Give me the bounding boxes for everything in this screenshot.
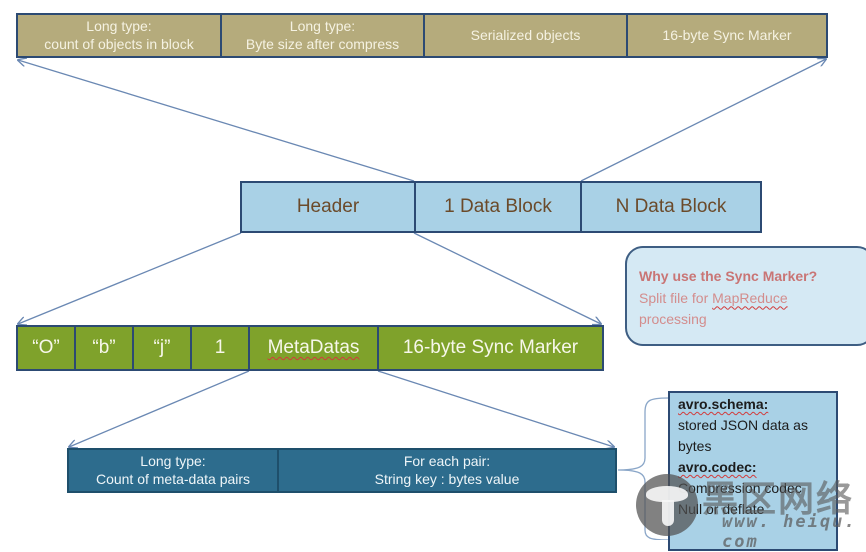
block-cell-object-count-line1: Long type: [86,18,152,34]
meta-cell-pair-count: Long type: Count of meta-data pairs [69,450,279,491]
meta-key-codec: avro.codec: [678,459,757,475]
file-cell-1-data-block: 1 Data Block [416,183,582,231]
header-structure-row: “O” “b” “j” 1 MetaDatas 16-byte Sync Mar… [16,325,604,371]
data-block-structure-row: Long type: count of objects in block Lon… [16,13,828,58]
arrow-metadatas-to-metarow-left [69,370,250,447]
file-cell-n-data-block: N Data Block [615,196,727,218]
arrow-datablock-to-block-right [580,59,826,182]
meta-cell-pairs-line2: String key : bytes value [374,470,520,487]
file-cell-header: Header [242,183,416,231]
block-cell-object-count-line2: count of objects in block [44,35,194,52]
meta-cell-pairs: For each pair: String key : bytes value [279,450,615,491]
arrow-header-to-headerrow-right [413,232,601,324]
arrow-metadatas-to-metarow-right [377,370,614,447]
block-cell-serialized-objects: Serialized objects [425,15,628,56]
meta-desc-codec-2: Null or deflate [678,501,765,517]
meta-desc-codec-1: Compression codec [678,480,802,496]
header-cell-version: 1 [192,327,250,369]
block-cell-byte-size-line1: Long type: [289,18,356,34]
callout-answer-prefix: Split file for [639,289,713,306]
callout-question: Why use the Sync Marker? [639,268,818,284]
callout-answer-suffix: processing [639,311,707,328]
callout-answer-keyword: MapReduce [712,289,788,306]
meta-cell-pairs-line1: For each pair: [403,453,491,469]
header-cell-magic-j: “j” [134,327,192,369]
block-cell-serialized-objects-label: Serialized objects [470,26,581,43]
block-cell-object-count: Long type: count of objects in block [18,15,222,56]
brace-connector [617,397,669,540]
block-cell-sync-marker: 16-byte Sync Marker [628,15,826,56]
header-cell-magic-b: “b” [76,327,134,369]
meta-cell-pair-count-line2: Count of meta-data pairs [95,470,251,487]
sync-marker-callout: Why use the Sync Marker? Split file for … [625,246,866,346]
arrow-datablock-to-block-left [18,60,415,182]
header-cell-metadatas-label: MetaDatas [267,337,360,359]
callout-answer: Split file for MapReduce [639,288,861,310]
meta-desc-schema: stored JSON data as bytes [678,417,808,454]
metadata-structure-row: Long type: Count of meta-data pairs For … [67,448,617,493]
block-cell-byte-size-line2: Byte size after compress [245,35,400,52]
block-cell-byte-size: Long type: Byte size after compress [222,15,425,56]
meta-cell-pair-count-line1: Long type: [140,453,206,469]
arrow-header-to-headerrow-left [18,232,242,324]
header-cell-sync-marker: 16-byte Sync Marker [402,337,579,359]
block-cell-sync-marker-label: 16-byte Sync Marker [662,26,792,43]
file-structure-row: Header 1 Data Block N Data Block [240,181,762,233]
metadata-keys-box: avro.schema: stored JSON data as bytes a… [668,391,838,551]
header-cell-magic-o: “O” [18,327,76,369]
meta-key-schema: avro.schema: [678,396,769,412]
header-cell-metadatas: MetaDatas [250,327,379,369]
